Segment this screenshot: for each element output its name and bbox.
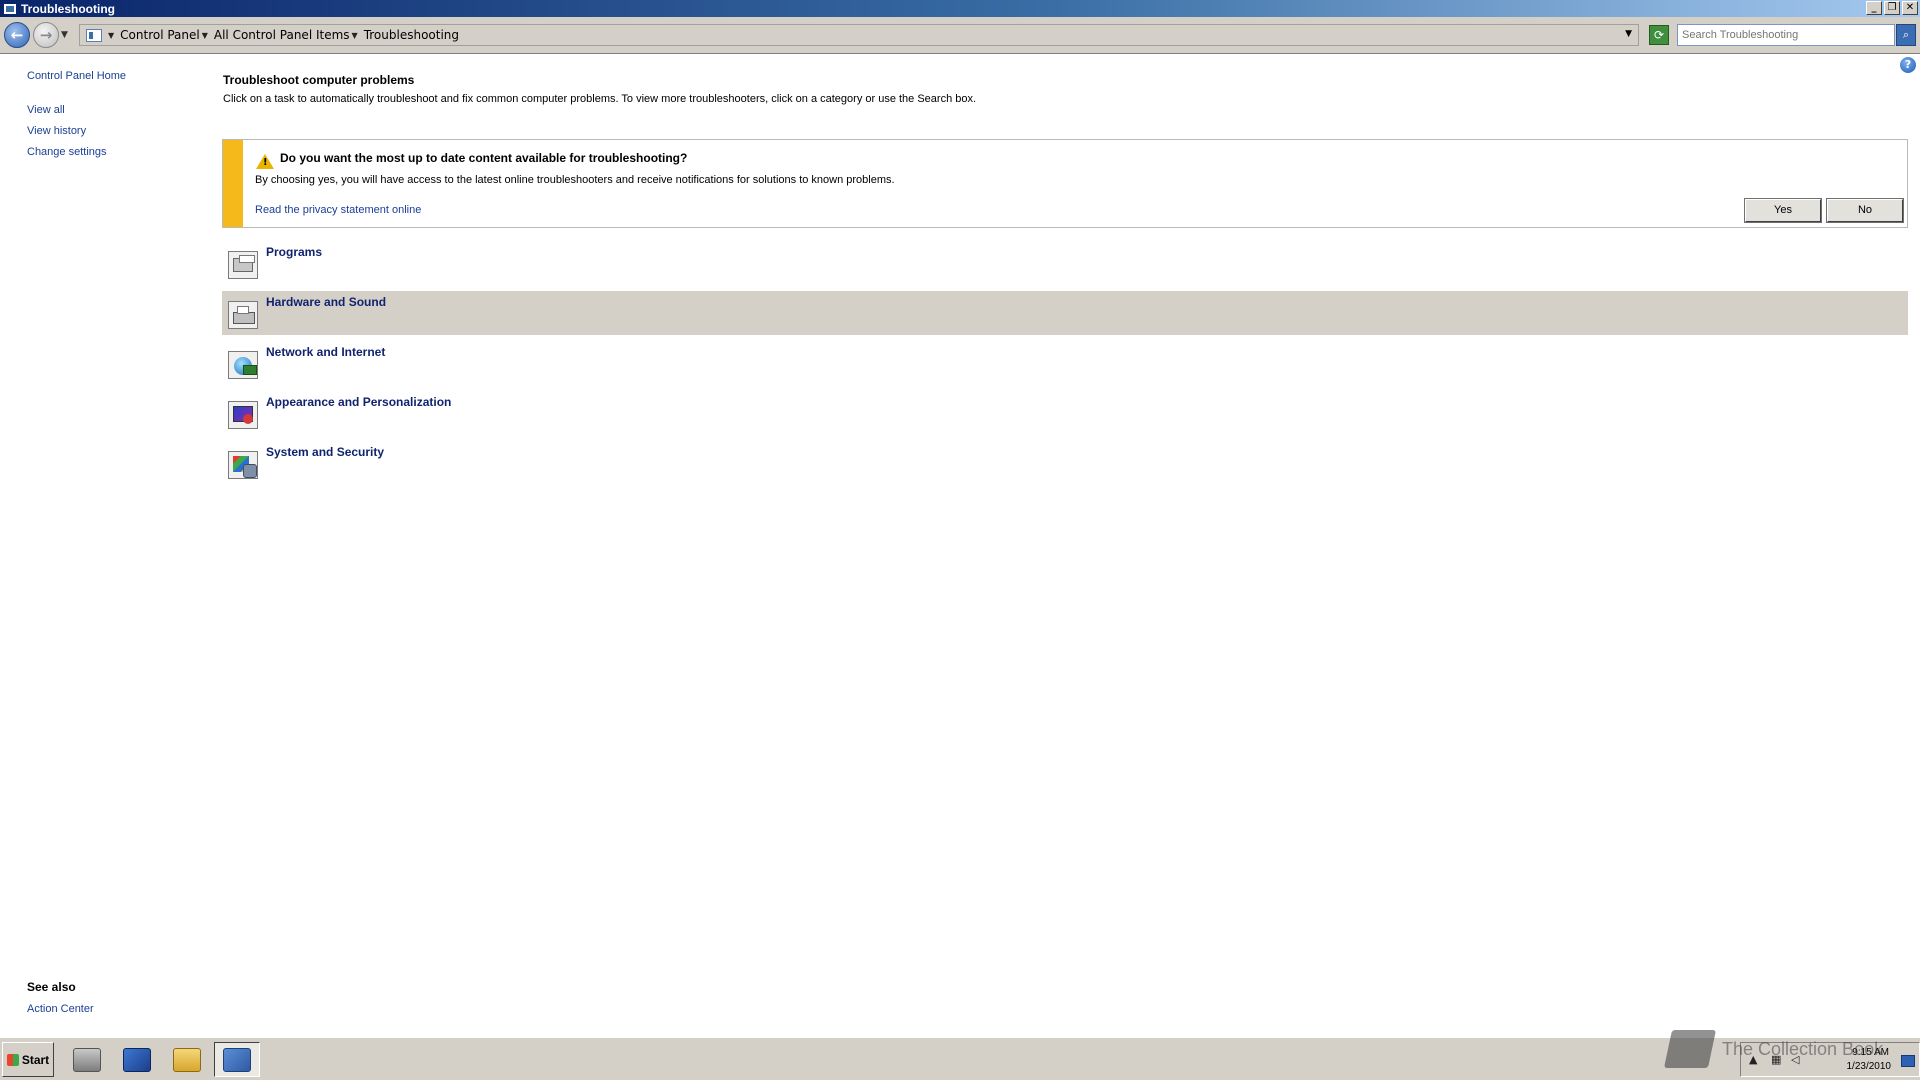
warning-icon	[256, 154, 274, 169]
breadcrumb-control-panel[interactable]: Control Panel	[120, 28, 200, 42]
title-bar: Troubleshooting _ ❐ ✕	[0, 0, 1920, 17]
start-button[interactable]: Start	[2, 1042, 54, 1077]
chevron-down-icon[interactable]: ▼	[108, 31, 114, 40]
network-internet-icon[interactable]	[228, 351, 258, 379]
close-button[interactable]: ✕	[1902, 1, 1918, 15]
notice-question: Do you want the most up to date content …	[280, 151, 688, 165]
taskbar-control-panel[interactable]	[214, 1042, 260, 1077]
breadcrumb-all-items[interactable]: All Control Panel Items	[214, 28, 350, 42]
search-input[interactable]	[1677, 24, 1895, 46]
system-security-icon[interactable]	[228, 451, 258, 479]
taskbar-explorer[interactable]	[164, 1042, 210, 1077]
hardware-sound-icon[interactable]	[228, 301, 258, 329]
category-label[interactable]: System and Security	[266, 445, 384, 459]
page-description: Click on a task to automatically trouble…	[223, 93, 977, 105]
help-icon[interactable]: ?	[1900, 57, 1916, 73]
chevron-down-icon[interactable]: ▼	[202, 31, 208, 40]
show-desktop-icon[interactable]	[1901, 1055, 1915, 1067]
refresh-button[interactable]: ⟳	[1649, 25, 1669, 45]
category-label[interactable]: Appearance and Personalization	[266, 395, 451, 409]
control-panel-icon	[86, 28, 102, 42]
control-panel-home-link[interactable]: Control Panel Home	[27, 70, 126, 82]
recent-pages-dropdown-icon[interactable]: ▼	[61, 30, 73, 40]
address-dropdown-icon[interactable]: ▼	[1625, 29, 1632, 39]
taskbar: Start ▲ ▦ ◁ 9:15 AM 1/23/2010	[0, 1037, 1920, 1080]
notice-description: By choosing yes, you will have access to…	[255, 174, 895, 186]
programs-icon[interactable]	[228, 251, 258, 279]
online-content-notice: Do you want the most up to date content …	[222, 139, 1908, 228]
address-box[interactable]: ▼ Control Panel ▼ All Control Panel Item…	[79, 24, 1639, 46]
privacy-statement-link[interactable]: Read the privacy statement online	[255, 204, 421, 216]
chevron-down-icon[interactable]: ▼	[352, 31, 358, 40]
sidebar-item-view-history[interactable]: View history	[27, 125, 86, 137]
notice-accent-bar	[223, 140, 243, 227]
minimize-button[interactable]: _	[1866, 1, 1882, 15]
watermark: The Collection Book	[1663, 1030, 1884, 1068]
start-label: Start	[21, 1052, 50, 1067]
yes-button[interactable]: Yes	[1744, 198, 1822, 223]
category-system-and-security[interactable]: System and Security	[222, 441, 1908, 485]
watermark-text: The Collection Book	[1722, 1038, 1884, 1059]
window-controls: _ ❐ ✕	[1866, 1, 1918, 15]
category-appearance-and-personalization[interactable]: Appearance and Personalization	[222, 391, 1908, 435]
restore-button[interactable]: ❐	[1884, 1, 1900, 15]
control-panel-icon	[223, 1047, 251, 1072]
category-hardware-and-sound[interactable]: Hardware and Sound	[222, 291, 1908, 335]
category-label[interactable]: Hardware and Sound	[266, 295, 386, 309]
category-list: Programs Hardware and Sound Network and …	[222, 241, 1908, 491]
server-manager-icon	[73, 1047, 101, 1072]
back-button[interactable]: ←	[4, 22, 30, 48]
book-icon	[1663, 1030, 1717, 1068]
category-label[interactable]: Network and Internet	[266, 345, 385, 359]
window-title: Troubleshooting	[21, 1, 115, 16]
breadcrumb-troubleshooting[interactable]: Troubleshooting	[364, 28, 459, 42]
forward-button[interactable]: →	[33, 22, 59, 48]
appearance-icon[interactable]	[228, 401, 258, 429]
powershell-icon	[123, 1047, 151, 1072]
page-title: Troubleshoot computer problems	[223, 73, 415, 87]
see-also-action-center-link[interactable]: Action Center	[27, 1003, 94, 1015]
folder-icon	[173, 1047, 201, 1072]
category-network-and-internet[interactable]: Network and Internet	[222, 341, 1908, 385]
left-navigation-pane: Control Panel Home View all View history…	[0, 55, 215, 1033]
see-also-heading: See also	[27, 980, 76, 994]
sidebar-item-change-settings[interactable]: Change settings	[27, 146, 107, 158]
troubleshooting-app-icon	[3, 2, 17, 15]
category-label[interactable]: Programs	[266, 245, 322, 259]
taskbar-server-manager[interactable]	[64, 1042, 110, 1077]
no-button[interactable]: No	[1826, 198, 1904, 223]
address-bar: ← → ▼ ▼ Control Panel ▼ All Control Pane…	[0, 17, 1920, 54]
search-icon[interactable]: ⌕	[1896, 24, 1916, 46]
sidebar-item-view-all[interactable]: View all	[27, 104, 65, 116]
category-programs[interactable]: Programs	[222, 241, 1908, 285]
taskbar-powershell[interactable]	[114, 1042, 160, 1077]
windows-logo-icon	[6, 1053, 19, 1066]
